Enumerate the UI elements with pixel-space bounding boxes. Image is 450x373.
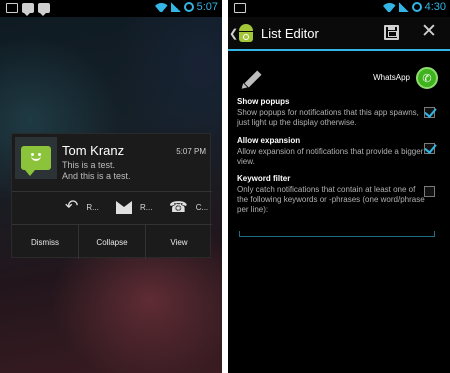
signal-icon — [170, 2, 181, 12]
pref-allow-expansion[interactable]: Allow expansion Allow expansion of notif… — [237, 136, 427, 167]
pref-title: Keyword filter — [237, 174, 291, 183]
dismiss-button[interactable]: Dismiss — [12, 225, 79, 259]
pref-summary: Show popups for notifications that this … — [237, 108, 419, 127]
action-bar: ❮ List Editor ✕ — [228, 17, 450, 51]
reply-action[interactable]: ↶ R... — [65, 192, 99, 222]
status-notification-icons — [6, 3, 50, 16]
status-system-icons: 5:07 — [155, 1, 218, 13]
message-notification-icon — [22, 3, 34, 16]
pref-title: Allow expansion — [237, 136, 301, 145]
sms-app-icon — [15, 137, 57, 179]
status-clock: 4:30 — [424, 1, 446, 13]
mark-read-action[interactable]: R... — [116, 192, 152, 222]
sync-icon — [411, 2, 422, 12]
app-logo-icon[interactable] — [237, 23, 255, 43]
page-title: List Editor — [261, 26, 319, 41]
notification-buttons: Dismiss Collapse View — [12, 224, 212, 259]
reply-icon: ↶ — [65, 198, 79, 215]
status-clock: 5:07 — [196, 1, 218, 13]
call-action-label: C... — [195, 202, 209, 212]
collapse-button[interactable]: Collapse — [79, 225, 146, 259]
save-icon[interactable] — [384, 25, 399, 40]
call-icon: ☎ — [169, 198, 188, 216]
gallery-notification-icon — [6, 3, 18, 13]
left-phone-screen: 5:07 Tom Kranz 5:07 PM This is a test. A… — [0, 0, 222, 373]
status-notification-icons — [234, 3, 246, 13]
view-button[interactable]: View — [146, 225, 212, 259]
pref-summary: Only catch notifications that contain at… — [237, 185, 425, 214]
show-popups-checkbox[interactable] — [424, 107, 435, 118]
notification-actions: ↶ R... R... ☎ C... — [12, 192, 212, 222]
whatsapp-icon: ✆ — [416, 67, 438, 89]
pref-show-popups[interactable]: Show popups Show popups for notification… — [237, 97, 427, 128]
pref-keyword-filter[interactable]: Keyword filter Only catch notifications … — [237, 174, 427, 215]
notification-line: This is a test. — [62, 160, 116, 170]
close-icon[interactable]: ✕ — [421, 22, 437, 41]
sync-icon — [183, 2, 194, 12]
mark-read-action-label: R... — [140, 202, 153, 212]
keyword-filter-checkbox[interactable] — [424, 186, 435, 197]
screenshot-root: 5:07 Tom Kranz 5:07 PM This is a test. A… — [0, 0, 450, 373]
status-system-icons: 4:30 — [383, 1, 446, 13]
right-phone-screen: 4:30 ❮ List Editor ✕ WhatsApp ✆ Show pop… — [228, 0, 450, 373]
message-notification-icon — [38, 3, 50, 16]
gallery-notification-icon — [234, 3, 246, 13]
signal-icon — [398, 2, 409, 12]
allow-expansion-checkbox[interactable] — [424, 143, 435, 154]
mark-read-icon — [116, 200, 132, 214]
wifi-icon — [155, 2, 168, 12]
status-bar: 5:07 — [0, 0, 222, 17]
notification-sender: Tom Kranz — [62, 143, 125, 158]
edit-pencil-icon[interactable] — [239, 68, 262, 91]
app-header-row: WhatsApp ✆ — [238, 66, 440, 92]
notification-content[interactable]: Tom Kranz 5:07 PM This is a test. And th… — [12, 134, 212, 187]
reply-action-label: R... — [86, 202, 99, 212]
wifi-icon — [383, 2, 396, 12]
pref-title: Show popups — [237, 97, 290, 106]
pref-summary: Allow expansion of notifications that pr… — [237, 147, 424, 166]
notification-time: 5:07 PM — [176, 147, 206, 156]
status-bar: 4:30 — [228, 0, 450, 17]
notification-popup[interactable]: Tom Kranz 5:07 PM This is a test. And th… — [11, 133, 212, 259]
call-action[interactable]: ☎ C... — [169, 192, 208, 222]
sms-bubble-icon — [21, 146, 51, 176]
notification-line: And this is a test. — [62, 171, 131, 181]
app-name: WhatsApp — [373, 73, 410, 82]
